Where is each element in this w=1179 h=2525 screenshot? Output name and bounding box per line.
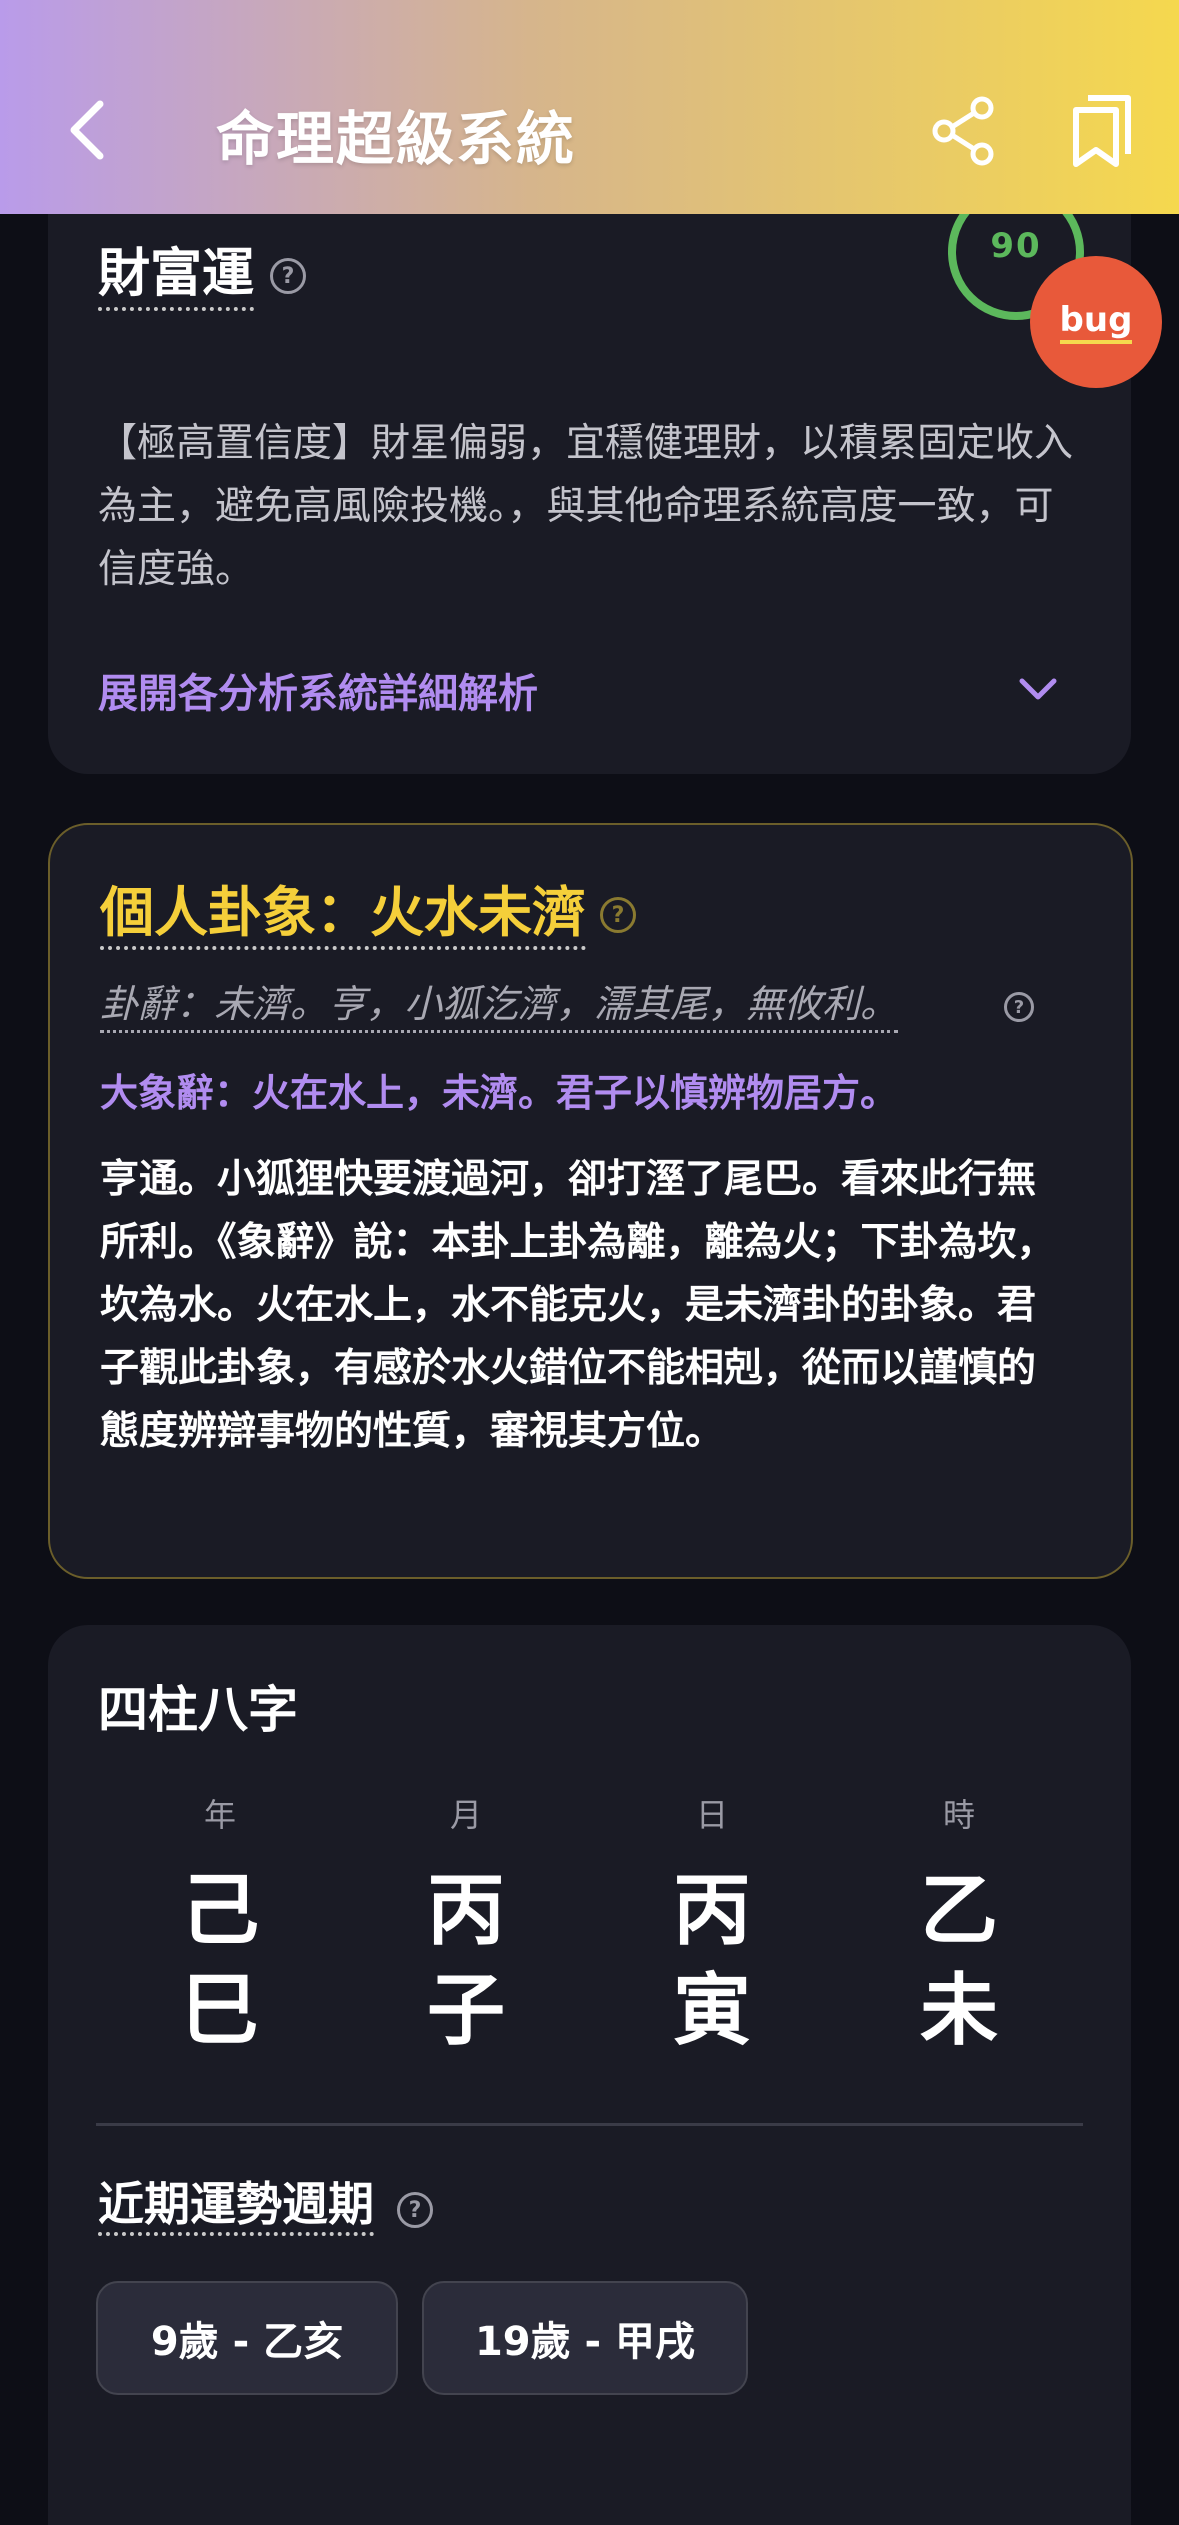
chevron-left-icon xyxy=(70,100,104,160)
pillar-branch: 寅 xyxy=(672,1966,751,2056)
share-button[interactable] xyxy=(930,96,1000,166)
cycle-chip[interactable]: 9歲 - 乙亥 xyxy=(96,2281,398,2395)
pillar-stem: 丙 xyxy=(426,1866,505,1956)
expand-label: 展開各分析系統詳細解析 xyxy=(98,671,538,717)
fortune-cycle-title[interactable]: 近期運勢週期 xyxy=(98,2176,374,2236)
app-header: 命理超級系統 xyxy=(0,0,1179,214)
expand-analysis-toggle[interactable]: 展開各分析系統詳細解析 xyxy=(98,660,1058,720)
pillar-stem: 丙 xyxy=(672,1866,751,1956)
pillar-month: 月 丙 子 xyxy=(386,1795,546,2061)
help-icon[interactable]: ? xyxy=(397,2192,433,2228)
help-icon[interactable]: ? xyxy=(1004,992,1034,1022)
pillar-label: 時 xyxy=(942,1796,975,1834)
share-icon xyxy=(932,96,994,166)
wealth-title[interactable]: 財富運 xyxy=(98,243,255,311)
page-title: 命理超級系統 xyxy=(216,105,577,173)
pillar-branch: 巳 xyxy=(180,1966,259,2056)
help-icon[interactable]: ? xyxy=(600,897,636,933)
pillar-hour: 時 乙 未 xyxy=(879,1795,1039,2061)
hexagram-title[interactable]: 個人卦象：火水未濟 xyxy=(100,880,586,950)
pillar-branch: 未 xyxy=(919,1966,998,2056)
pillar-label: 日 xyxy=(695,1796,728,1834)
pillar-stem: 乙 xyxy=(919,1866,998,1956)
help-icon[interactable]: ? xyxy=(270,258,306,294)
bug-label: bug xyxy=(1059,300,1133,344)
pillar-stem: 己 xyxy=(180,1866,259,1956)
four-pillars-title: 四柱八字 xyxy=(98,1681,298,1739)
section-divider xyxy=(96,2123,1083,2126)
pillar-label: 月 xyxy=(449,1796,482,1834)
hexagram-description: 亨通。小狐狸快要渡過河，卻打溼了尾巴。看來此行無所利。《象辭》說：本卦上卦為離，… xyxy=(100,1157,1056,1454)
bookmark-button[interactable] xyxy=(1070,92,1140,172)
bookmark-icon xyxy=(1073,95,1131,167)
pillar-branch: 子 xyxy=(426,1966,505,2056)
hexagram-image-text: 大象辭：火在水上，未濟。君子以慎辨物居方。 xyxy=(100,1071,899,1115)
pillar-label: 年 xyxy=(203,1796,236,1834)
wealth-description: 【極高置信度】財星偏弱，宜穩健理財，以積累固定收入為主，避免高風險投機。，與其他… xyxy=(98,421,1074,592)
score-value: 90 xyxy=(990,226,1042,266)
hexagram-judgment[interactable]: 卦辭：未濟。亨，小狐汔濟，濡其尾，無攸利。 xyxy=(100,978,899,1033)
pillar-year: 年 己 巳 xyxy=(140,1795,300,2061)
back-button[interactable] xyxy=(56,95,116,165)
cycle-chip[interactable]: 19歲 - 甲戌 xyxy=(422,2281,748,2395)
pillar-day: 日 丙 寅 xyxy=(632,1795,792,2061)
bug-report-button[interactable]: bug xyxy=(1030,256,1162,388)
chevron-down-icon xyxy=(1019,678,1057,700)
